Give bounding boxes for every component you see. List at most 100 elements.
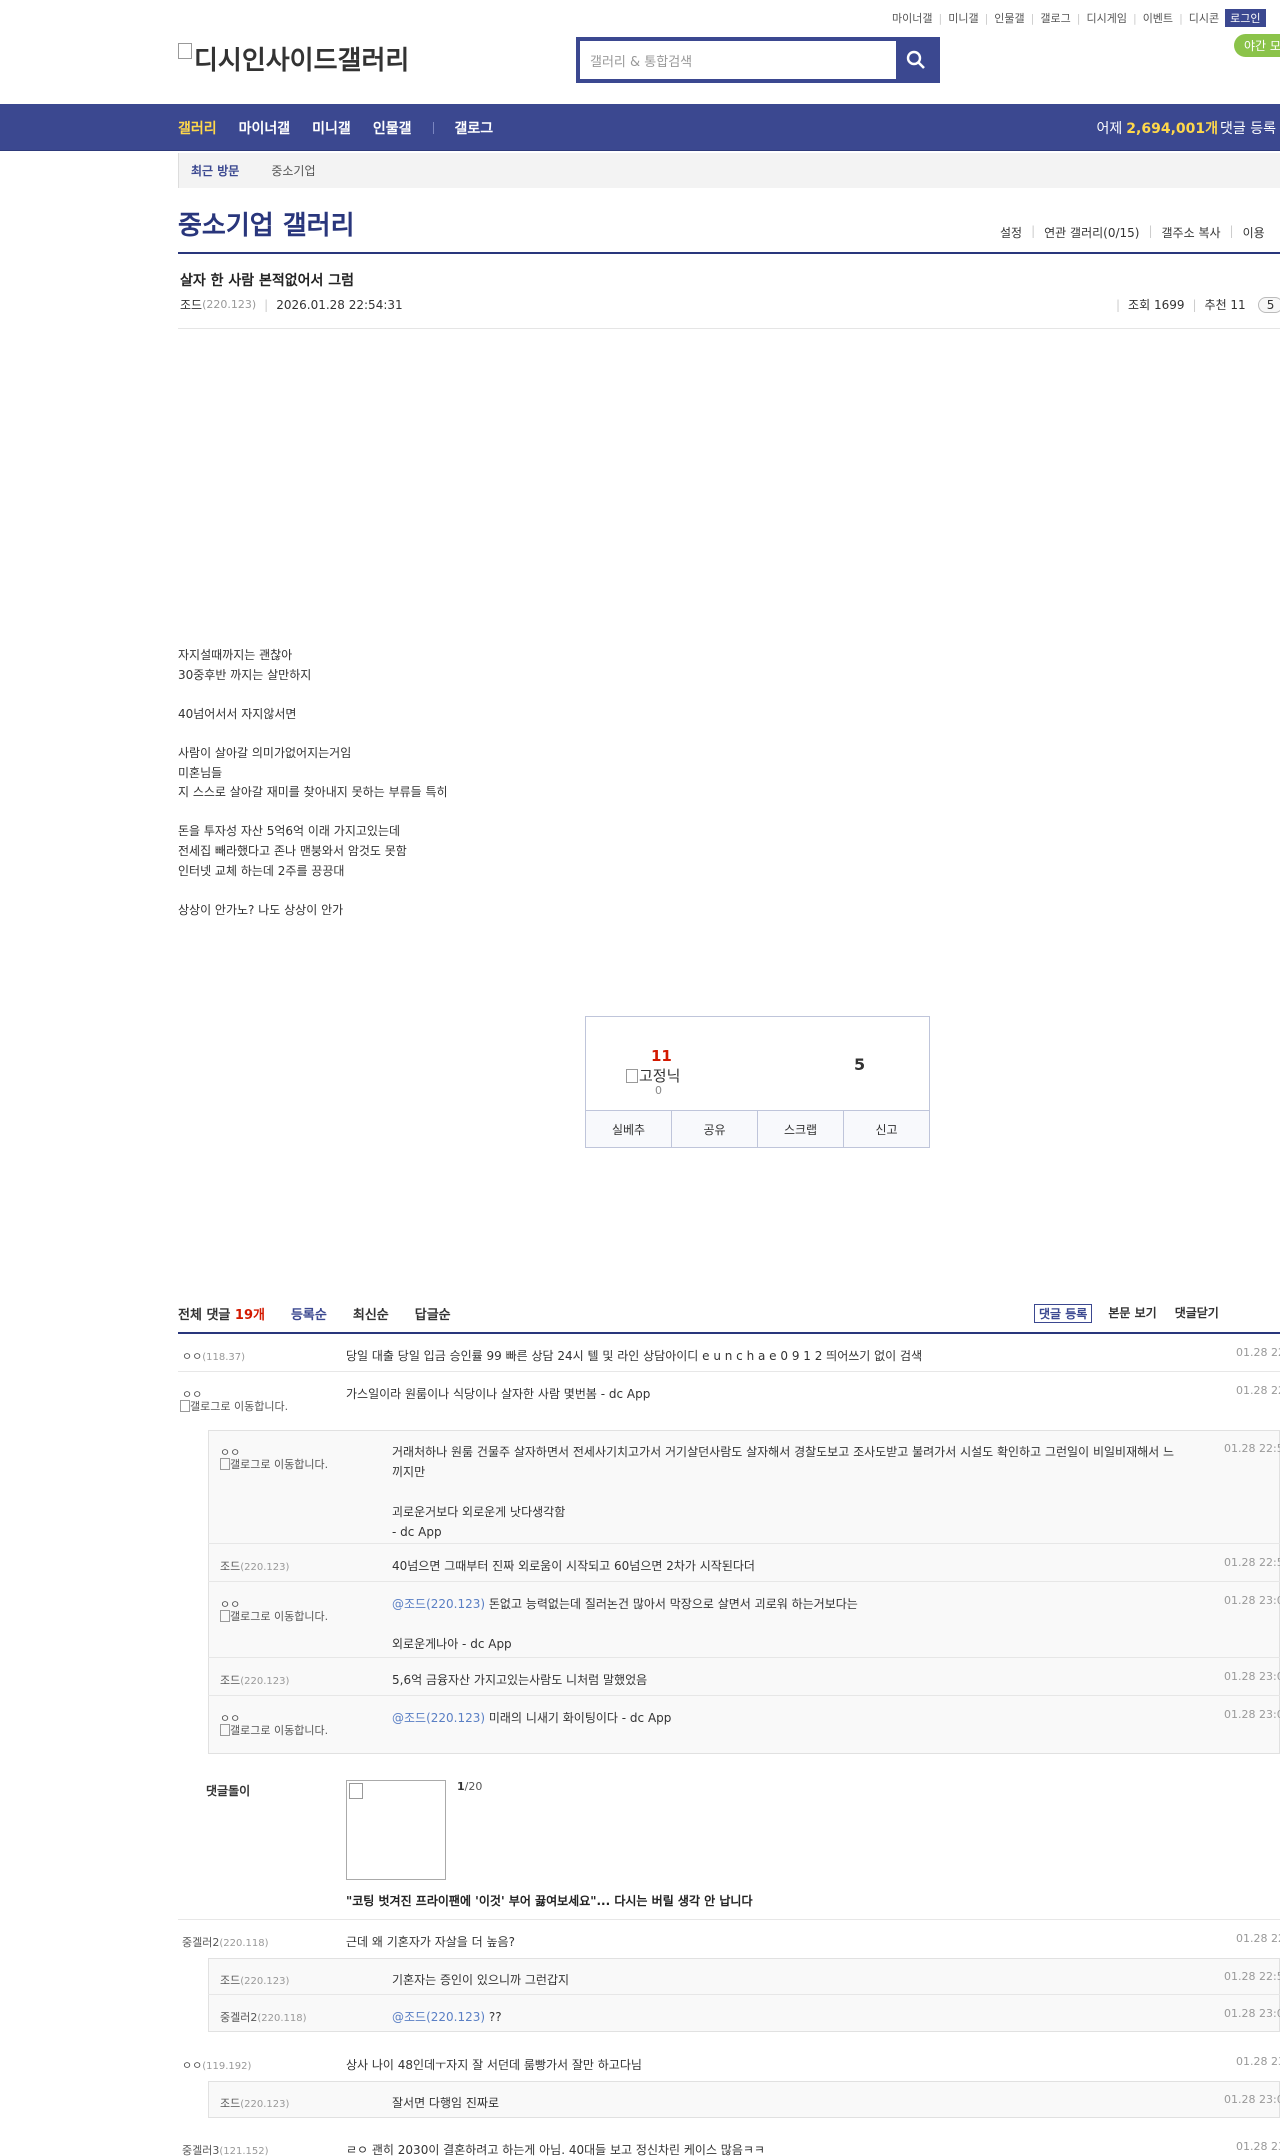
util-link-mini[interactable]: 미니갤: [948, 10, 978, 26]
util-link-minor[interactable]: 마이너갤: [892, 10, 932, 26]
broken-image-icon: [178, 42, 192, 59]
scrap-button[interactable]: 스크랩: [758, 1111, 844, 1147]
post-author[interactable]: 조드: [180, 296, 202, 313]
reply-date: 01.28 23:0: [1224, 2093, 1280, 2106]
reply-text: 거래처하나 원룸 건물주 살자하면서 전세사기치고가서 거기살던사람도 살자해서…: [392, 1445, 1175, 1539]
sort-by-replies[interactable]: 답글순: [415, 1304, 451, 1323]
reply-nick[interactable]: 조드(220.123): [220, 1672, 289, 1688]
comment-nick[interactable]: 중겔러2(220.118): [182, 1934, 269, 1950]
title-divider: [178, 252, 1280, 254]
gallery-title[interactable]: 중소기업 갤러리: [178, 205, 355, 242]
ad-thumbnail[interactable]: [346, 1780, 446, 1880]
comment-row: ㅇㅇ(118.37) 당일 대출 당일 입금 승인률 99 빠른 상담 24시 …: [178, 1334, 1280, 1372]
write-comment-button[interactable]: 댓글 등록: [1034, 1304, 1093, 1323]
search-button[interactable]: [896, 41, 936, 79]
gallog-link[interactable]: 갤로그로 이동합니다.: [220, 1724, 340, 1738]
reply-date: 01.28 23:0: [1224, 2007, 1280, 2020]
nick-ip: (220.118): [257, 2013, 307, 2024]
ad-headline[interactable]: "코팅 벗겨진 프라이팬에 '이것' 부어 끓여보세요"... 다시는 버릴 생…: [346, 1892, 753, 1909]
nav-minor[interactable]: 마이너갤: [239, 118, 291, 138]
reply-text: @조드(220.123) 돈없고 능력없는데 질러논건 많아서 막장으로 살면서…: [392, 1594, 1182, 1654]
comment-text: 당일 대출 당일 입금 승인률 99 빠른 상담 24시 텔 및 라인 상담아이…: [346, 1349, 923, 1363]
util-link-gallog[interactable]: 갤로그: [1040, 10, 1070, 26]
close-comments-button[interactable]: 댓글닫기: [1175, 1304, 1219, 1323]
reply-nick[interactable]: 조드(220.123): [220, 1558, 289, 1574]
gallog-link[interactable]: 갤로그로 이동합니다.: [220, 1458, 340, 1472]
reply-mention[interactable]: @조드(220.123): [392, 2010, 485, 2024]
usage-link[interactable]: 이용: [1243, 224, 1265, 241]
nick-ip: (220.118): [219, 1938, 269, 1949]
reply-nick[interactable]: 중겔러2(220.118): [220, 2009, 307, 2025]
site-logo[interactable]: 디시인사이드갤러리: [178, 40, 409, 77]
stat-value: 2,694,001개: [1126, 120, 1219, 137]
util-link-dccon[interactable]: 디시콘: [1189, 10, 1219, 26]
report-button[interactable]: 신고: [844, 1111, 929, 1147]
recent-gallery-link[interactable]: 중소기업: [271, 162, 315, 179]
comment-nick[interactable]: ㅇㅇ(118.37): [182, 1348, 245, 1364]
comment-text: ㄹㅇ 괜히 2030이 결혼하려고 하는게 아님. 40대들 보고 정신차린 케…: [346, 2143, 765, 2156]
share-button[interactable]: 공유: [672, 1111, 758, 1147]
fixed-nick-label: 고정닉: [626, 1065, 680, 1086]
upvote-count[interactable]: 11: [651, 1047, 672, 1065]
comment-text: 가스일이라 원룸이나 식당이나 살자한 사람 몇번봄 - dc App: [346, 1387, 651, 1401]
view-body-button[interactable]: 본문 보기: [1108, 1304, 1156, 1323]
ad-label: 댓글돌이: [206, 1784, 251, 1798]
night-mode-toggle[interactable]: 야간 모드: [1234, 34, 1280, 57]
reply-text: 잘서면 다행임 진짜로: [392, 2096, 499, 2110]
comment-nick[interactable]: 중겔러3(121.152): [182, 2142, 269, 2156]
reply-mention[interactable]: @조드(220.123): [392, 1711, 485, 1725]
nav-gallog[interactable]: 갤로그: [454, 118, 493, 138]
nick-text: 조드: [220, 1674, 241, 1687]
copy-address-link[interactable]: 갤주소 복사: [1162, 224, 1221, 241]
reply-text: @조드(220.123) ??: [392, 2007, 1182, 2027]
nav-person[interactable]: 인물갤: [373, 118, 412, 138]
comment-row: 중겔러2(220.118) 근데 왜 기혼자가 자살을 더 높음? 01.28 …: [178, 1920, 1280, 1958]
sort-by-latest[interactable]: 최신순: [353, 1304, 389, 1323]
settings-link[interactable]: 설정: [1000, 224, 1022, 241]
reply-body: 미래의 니새기 화이팅이다 - dc App: [485, 1711, 672, 1725]
util-link-event[interactable]: 이벤트: [1143, 10, 1173, 26]
downvote-count[interactable]: 5: [854, 1055, 865, 1074]
reply-nick[interactable]: 조드(220.123): [220, 2095, 289, 2111]
gallog-link[interactable]: 갤로그로 이동합니다.: [220, 1610, 340, 1624]
reply-row: ㅇㅇ 갤로그로 이동합니다. 거래처하나 원룸 건물주 살자하면서 전세사기치고…: [208, 1430, 1280, 1544]
reply-row: ㅇㅇ 갤로그로 이동합니다. @조드(220.123) 미래의 니새기 화이팅이…: [208, 1696, 1280, 1754]
reply-text: 40넘으면 그때부터 진짜 외로움이 시작되고 60넘으면 2차가 시작된다더: [392, 1559, 755, 1573]
recent-visits: 최근 방문 중소기업: [178, 153, 1280, 188]
nick-text: ㅇㅇ: [182, 2059, 203, 2072]
logo-alt-text: 디시인사이드갤러리: [194, 46, 410, 76]
sort-by-date[interactable]: 등록순: [291, 1304, 327, 1323]
reply-date: 01.28 22:5: [1224, 1970, 1280, 1983]
broken-image-icon: [626, 1068, 638, 1083]
ad-page-current: 1: [457, 1780, 465, 1793]
comment-date: 01.28 22: [1236, 1346, 1280, 1359]
nav-mini[interactable]: 미니갤: [312, 118, 351, 138]
nick-text: 중겔러3: [182, 2144, 220, 2156]
comment-ad: 댓글돌이 1/20 "코팅 벗겨진 프라이팬에 '이것' 부어 끓여보세요"..…: [178, 1766, 1280, 1920]
total-label: 전체 댓글: [178, 1308, 231, 1323]
gallog-link[interactable]: 갤로그로 이동합니다.: [180, 1400, 290, 1414]
login-button[interactable]: 로그인: [1225, 9, 1266, 27]
post-author-ip: (220.123): [202, 298, 257, 311]
broken-image-icon: [180, 1400, 190, 1412]
comment-text: 상사 나이 48인데ㅜ자지 잘 서던데 룸빵가서 잘만 하고다님: [346, 2058, 642, 2072]
util-link-game[interactable]: 디시게임: [1086, 10, 1126, 26]
nav-gallery[interactable]: 갤러리: [178, 118, 217, 138]
util-link-person[interactable]: 인물갤: [994, 10, 1024, 26]
comment-row: ㅇㅇ(119.192) 상사 나이 48인데ㅜ자지 잘 서던데 룸빵가서 잘만 …: [178, 2043, 1280, 2081]
reply-date: 01.28 22:5: [1224, 1556, 1280, 1569]
reply-mention[interactable]: @조드(220.123): [392, 1597, 485, 1611]
gallog-alt-text: 갤로그로 이동합니다.: [230, 1458, 329, 1471]
best-recommend-button[interactable]: 실베추: [586, 1111, 672, 1147]
comment-stat: 어제 2,694,001개 댓글 등록: [1097, 104, 1280, 151]
comment-count-pill[interactable]: 5: [1257, 296, 1280, 313]
reply-nick[interactable]: 조드(220.123): [220, 1972, 289, 1988]
main-nav: 갤러리 마이너갤 미니갤 인물갤 갤로그 어제 2,694,001개 댓글 등록: [0, 104, 1280, 151]
reply-text: 기혼자는 증인이 있으니까 그런갑지: [392, 1973, 570, 1987]
reply-row: ㅇㅇ 갤로그로 이동합니다. @조드(220.123) 돈없고 능력없는데 질러…: [208, 1582, 1280, 1658]
related-gallery-link[interactable]: 연관 갤러리(0/15): [1044, 224, 1139, 241]
comment-date: 01.28 23: [1236, 2140, 1280, 2153]
search-input[interactable]: 갤러리 & 통합검색: [580, 41, 896, 79]
post-stats: | 조회 1699 | 추천 11 5: [1108, 296, 1280, 313]
comment-nick[interactable]: ㅇㅇ(119.192): [182, 2057, 251, 2073]
